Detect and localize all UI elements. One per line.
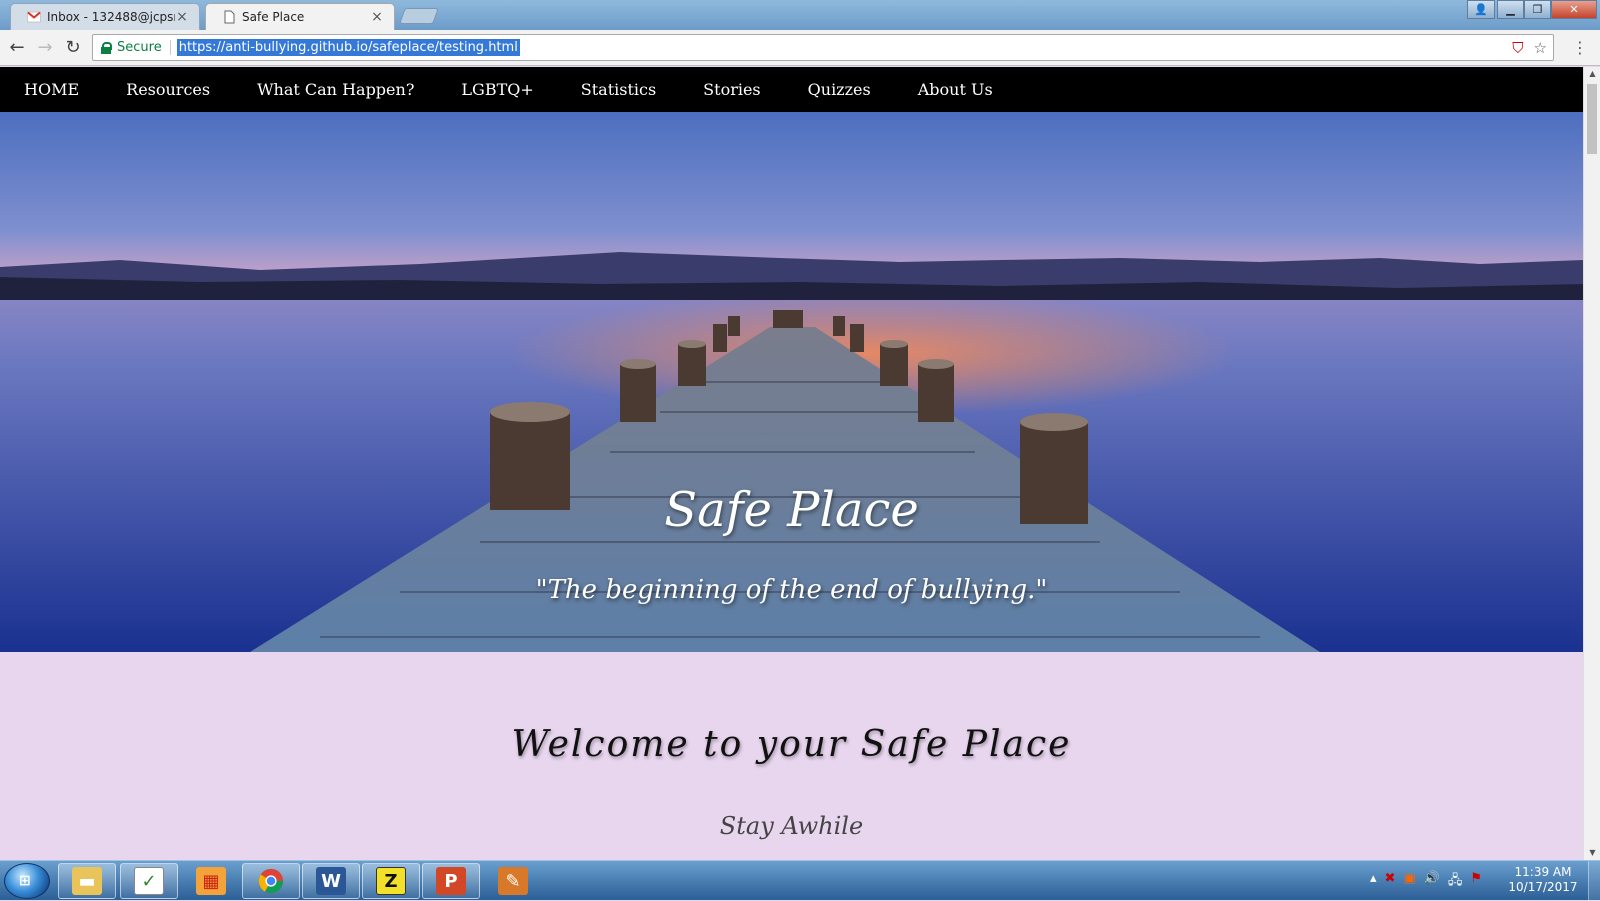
stay-awhile-text: Stay Awhile [719, 812, 864, 840]
close-icon[interactable]: × [370, 9, 384, 25]
network-icon[interactable]: 🖧 [1448, 871, 1463, 893]
hero-title: Safe Place [664, 482, 919, 538]
volume-icon[interactable]: 🔊 [1424, 871, 1440, 893]
hero-banner: Safe Place "The beginning of the end of … [0, 112, 1583, 652]
taskbar-powerpoint[interactable]: P [422, 863, 480, 899]
chrome-icon [258, 868, 284, 894]
taskbar-chrome[interactable] [242, 863, 300, 899]
bookmark-star-icon[interactable]: ☆ [1534, 39, 1547, 57]
clock-date: 10/17/2017 [1508, 880, 1578, 894]
lock-icon [101, 41, 112, 54]
taskbar-word[interactable]: W [302, 863, 360, 899]
address-bar[interactable]: Secure https://anti-bullying.github.io/s… [92, 34, 1554, 61]
taskbar-clock[interactable]: 11:39 AM 10/17/2017 [1508, 865, 1578, 895]
close-window-icon[interactable]: ✕ [1551, 0, 1597, 19]
new-tab-button[interactable] [399, 8, 439, 24]
nav-lgbtq[interactable]: LGBTQ+ [461, 80, 533, 99]
nav-what-can-happen[interactable]: What Can Happen? [257, 80, 414, 99]
taskbar-paint[interactable]: ▦ [182, 863, 240, 899]
scroll-up-icon[interactable]: ▲ [1584, 67, 1600, 81]
nav-statistics[interactable]: Statistics [581, 80, 656, 99]
secure-label: Secure [117, 40, 171, 55]
start-button[interactable]: ⊞ [4, 863, 50, 899]
paint-icon: ▦ [196, 867, 226, 895]
minimize-icon[interactable]: ▁ [1497, 0, 1524, 19]
tab-inbox[interactable]: Inbox - 132488@jcpsnj.or × [10, 3, 200, 30]
profile-icon[interactable]: 👤 [1467, 0, 1495, 19]
action-center-flag-icon[interactable]: ⚑ [1470, 871, 1482, 893]
browser-toolbar: ← → ↻ Secure https://anti-bullying.githu… [0, 30, 1600, 66]
taskbar-explorer[interactable]: ▬ [58, 863, 116, 899]
hero-subtitle: "The beginning of the end of bullying." [535, 575, 1048, 605]
omnibox-actions: ⛉ ☆ [1512, 39, 1547, 57]
close-icon[interactable]: × [175, 9, 189, 25]
tab-title: Inbox - 132488@jcpsnj.or [47, 10, 175, 24]
scroll-down-icon[interactable]: ▼ [1584, 846, 1600, 860]
adblock-icon[interactable]: ⛉ [1512, 39, 1523, 57]
explorer-icon: ▬ [72, 867, 102, 895]
paint-shop-icon: ✎ [498, 867, 528, 895]
powerpoint-icon: P [436, 867, 466, 895]
url-text[interactable]: https://anti-bullying.github.io/safeplac… [176, 39, 520, 56]
nav-quizzes[interactable]: Quizzes [808, 80, 871, 99]
window-controls: ▁ ❐ ✕ [1497, 0, 1597, 19]
nav-stories[interactable]: Stories [703, 80, 760, 99]
tray-app-icon[interactable]: ▣ [1403, 871, 1415, 893]
back-icon[interactable]: ← [6, 37, 28, 59]
nav-resources[interactable]: Resources [126, 80, 210, 99]
forward-icon[interactable]: → [34, 37, 56, 59]
page-viewport: HOME Resources What Can Happen? LGBTQ+ S… [0, 67, 1583, 860]
word-icon: W [316, 867, 346, 895]
tab-title: Safe Place [242, 10, 305, 24]
nav-home[interactable]: HOME [24, 80, 79, 99]
taskbar-zotero[interactable]: Z [362, 863, 420, 899]
welcome-heading: Welcome to your Safe Place [511, 724, 1072, 765]
tray-network-error-icon[interactable]: ✖ [1385, 871, 1396, 893]
site-nav: HOME Resources What Can Happen? LGBTQ+ S… [0, 67, 1583, 112]
dock-sunset-image [0, 252, 1583, 652]
menu-icon[interactable]: ⋮ [1572, 38, 1588, 57]
page-scrollbar[interactable]: ▲ ▼ [1583, 67, 1600, 860]
clock-time: 11:39 AM [1514, 865, 1572, 879]
tray-expand-icon[interactable]: ▴ [1370, 871, 1377, 893]
tab-safe-place[interactable]: Safe Place × [205, 3, 395, 30]
show-desktop-button[interactable] [1588, 861, 1600, 901]
nav-about-us[interactable]: About Us [918, 80, 993, 99]
page-icon [224, 10, 235, 24]
zotero-icon: Z [376, 867, 406, 895]
scrollbar-thumb[interactable] [1587, 84, 1597, 154]
taskbar-paint-shop[interactable]: ✎ [484, 863, 542, 899]
taskbar: ⊞ ▬ ✓ ▦ W Z P ✎ ▴ ✖ ▣ 🔊 🖧 ⚑ 11:39 AM 10/… [0, 860, 1600, 901]
gmail-icon [27, 11, 41, 23]
taskbar-project[interactable]: ✓ [120, 863, 178, 899]
browser-tab-strip: Inbox - 132488@jcpsnj.or × Safe Place × … [0, 0, 1600, 30]
reload-icon[interactable]: ↻ [62, 37, 84, 59]
system-tray: ▴ ✖ ▣ 🔊 🖧 ⚑ [1370, 871, 1482, 893]
restore-icon[interactable]: ❐ [1524, 0, 1551, 19]
windows-logo-icon: ⊞ [19, 873, 31, 889]
project-icon: ✓ [134, 867, 164, 895]
